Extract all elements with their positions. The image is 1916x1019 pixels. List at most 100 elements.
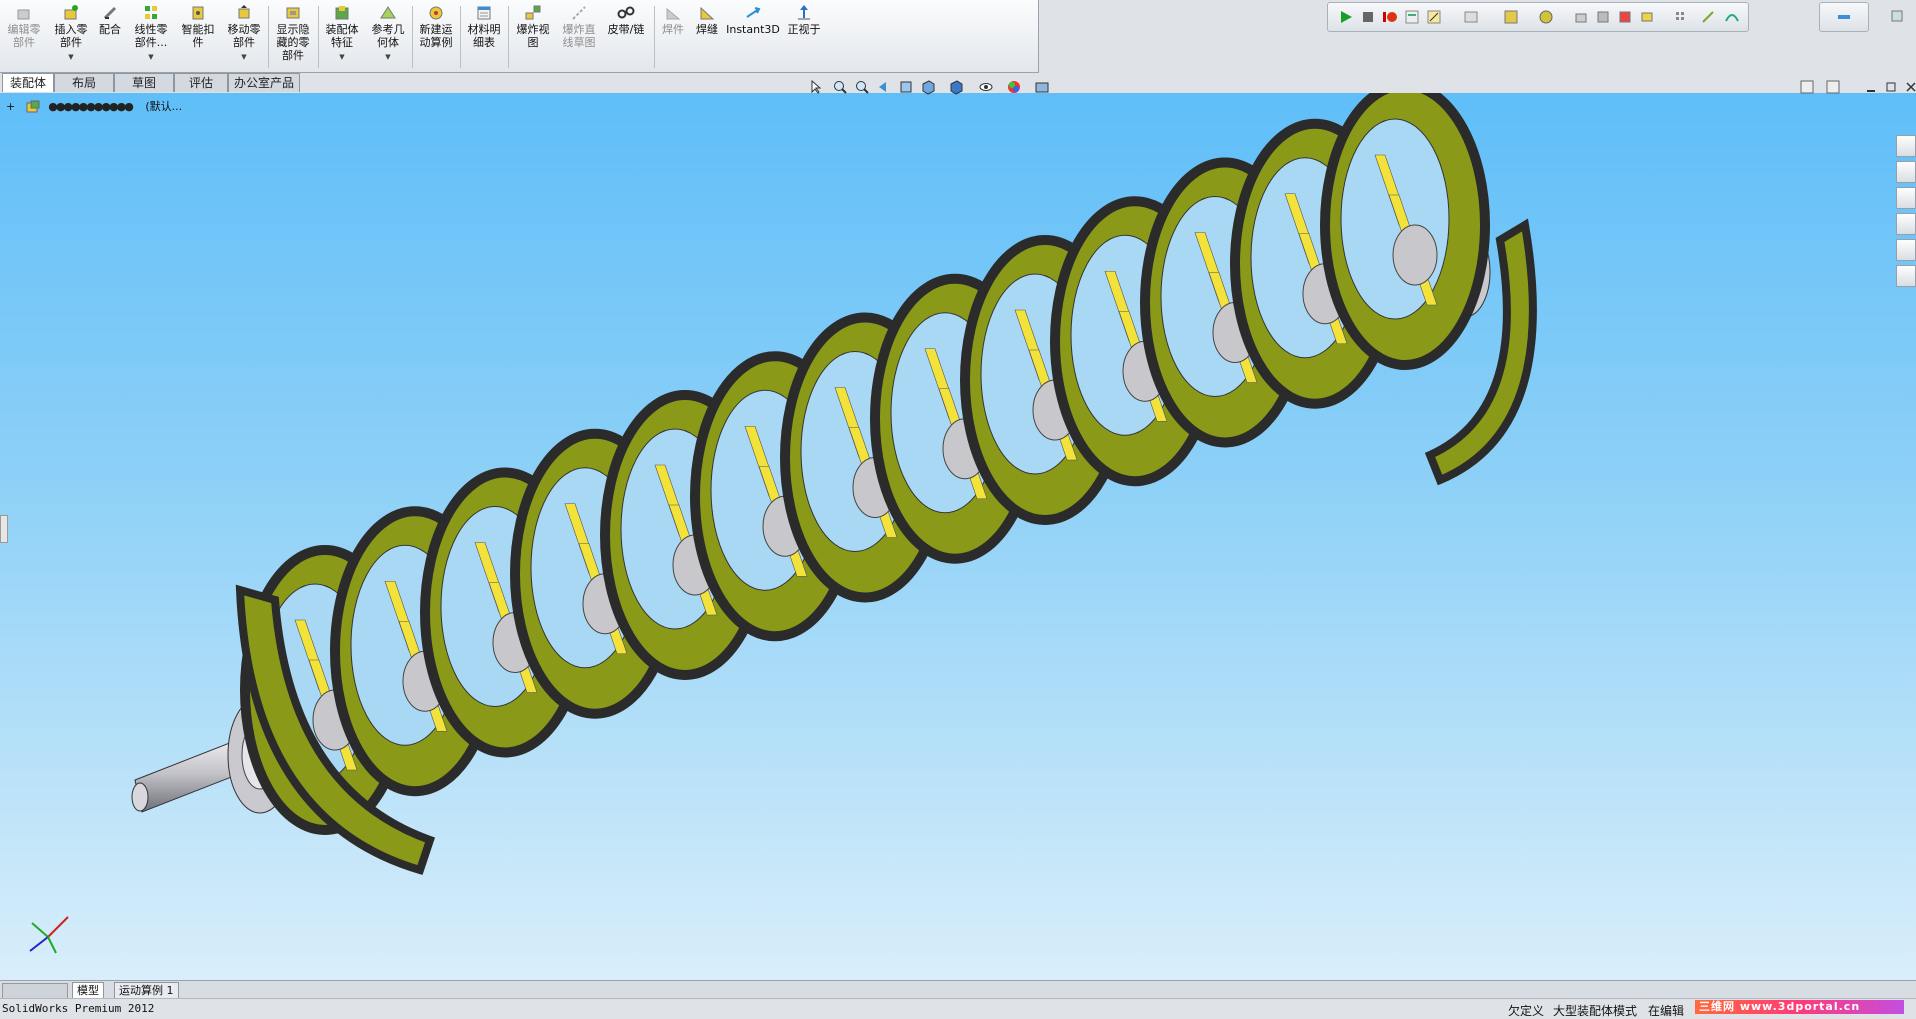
normal-to-label: 正视于 bbox=[787, 23, 821, 36]
select-icon[interactable] bbox=[808, 79, 824, 95]
assembly-features-button[interactable]: 装配体 特征 ▼ bbox=[322, 4, 362, 70]
explode-line-label1: 爆炸直 bbox=[562, 23, 596, 36]
section-view-icon[interactable] bbox=[898, 79, 914, 95]
chevron-down-icon[interactable]: ▼ bbox=[148, 51, 153, 64]
exploded-view-icon bbox=[525, 5, 541, 20]
smart-fasteners-button[interactable]: 智能扣 件 bbox=[178, 4, 218, 70]
auger-assembly-model[interactable] bbox=[0, 93, 1916, 980]
flight-hub[interactable] bbox=[1392, 224, 1438, 286]
shaft-end-cap[interactable] bbox=[131, 782, 149, 812]
zoom-fit-icon[interactable] bbox=[832, 79, 848, 95]
mate-button[interactable]: 配合 bbox=[97, 4, 123, 70]
insert-component-label1: 插入零 bbox=[54, 23, 88, 36]
tab-scroll-buttons[interactable] bbox=[2, 983, 68, 999]
app-version: SolidWorks Premium 2012 bbox=[2, 1002, 155, 1015]
tab-office-products[interactable]: 办公室产品 bbox=[228, 73, 300, 92]
edit-component-button[interactable]: 编辑零 部件 bbox=[5, 4, 43, 70]
edit-macro-icon[interactable] bbox=[1426, 9, 1442, 25]
weld-bead-button[interactable]: 焊缝 bbox=[692, 4, 722, 70]
auger-flight[interactable] bbox=[1320, 93, 1490, 370]
color-swatch-icon[interactable] bbox=[1617, 9, 1633, 25]
tab-model[interactable]: 模型 bbox=[72, 982, 104, 999]
help-toolbar bbox=[1879, 2, 1913, 30]
appearance-icon[interactable] bbox=[1006, 79, 1022, 95]
standard-toolbar-area bbox=[1039, 0, 1916, 72]
exploded-view-button[interactable]: 爆炸视 图 bbox=[512, 4, 554, 70]
bill-of-materials-button[interactable]: 材料明 细表 bbox=[464, 4, 504, 70]
measure-icon[interactable] bbox=[1836, 9, 1852, 25]
panel-splitter[interactable] bbox=[0, 515, 8, 543]
feature-tree-root[interactable]: + ●●●●●●●●●●● (默认... bbox=[6, 98, 182, 114]
chevron-down-icon[interactable]: ▼ bbox=[339, 51, 344, 64]
editing-state: 在编辑 bbox=[1648, 1004, 1685, 1018]
reference-geometry-button[interactable]: 参考几 何体 ▼ bbox=[368, 4, 408, 70]
display-pane-icon[interactable] bbox=[1463, 9, 1479, 25]
chevron-down-icon[interactable]: ▼ bbox=[241, 51, 246, 64]
view-orientation-icon[interactable] bbox=[920, 79, 936, 95]
instant3d-button[interactable]: Instant3D bbox=[726, 4, 780, 70]
smart-fasteners-label1: 智能扣 bbox=[181, 23, 215, 36]
sketch-tool-icon[interactable] bbox=[1700, 9, 1716, 25]
view-palette-icon[interactable] bbox=[1896, 213, 1916, 235]
belt-chain-button[interactable]: 皮带/链 bbox=[604, 4, 648, 70]
bom-label1: 材料明 bbox=[467, 23, 501, 36]
split-right-icon[interactable] bbox=[1826, 80, 1840, 97]
close-icon[interactable] bbox=[1904, 80, 1916, 97]
linear-pattern-button[interactable]: 线性零 部件... ▼ bbox=[130, 4, 172, 70]
tab-motion-study[interactable]: 运动算例 1 bbox=[114, 982, 179, 999]
grid-icon[interactable] bbox=[1673, 9, 1689, 25]
explode-line-sketch-button[interactable]: 爆炸直 线草图 bbox=[558, 4, 600, 70]
component-icon[interactable] bbox=[1573, 9, 1589, 25]
show-hidden-components-button[interactable]: 显示隐 藏的零 部件 bbox=[272, 4, 314, 70]
split-left-icon[interactable] bbox=[1800, 80, 1814, 97]
toolbar-separator bbox=[268, 6, 269, 68]
expand-toggle[interactable]: + bbox=[6, 100, 15, 113]
tab-evaluate[interactable]: 评估 bbox=[174, 73, 228, 92]
new-motion-study-button[interactable]: 新建运 动算例 bbox=[416, 4, 456, 70]
hide-show-icon[interactable] bbox=[978, 79, 994, 95]
toolbar-separator bbox=[508, 6, 509, 68]
view-selector-icon[interactable] bbox=[1503, 9, 1519, 25]
explode-line-label2: 线草图 bbox=[562, 36, 596, 49]
new-macro-icon[interactable] bbox=[1404, 9, 1420, 25]
move-component-label2: 部件 bbox=[233, 36, 255, 49]
move-component-icon bbox=[238, 5, 250, 19]
part-icon[interactable] bbox=[1639, 9, 1655, 25]
help-icon[interactable] bbox=[1889, 8, 1905, 24]
assembly-features-label2: 特征 bbox=[331, 36, 353, 49]
mate-toolbar-icon[interactable] bbox=[1595, 9, 1611, 25]
appearances-scenes-icon[interactable] bbox=[1896, 239, 1916, 261]
restore-icon[interactable] bbox=[1884, 80, 1898, 97]
move-component-button[interactable]: 移动零 部件 ▼ bbox=[224, 4, 264, 70]
minimize-icon[interactable] bbox=[1864, 80, 1878, 97]
play-icon[interactable] bbox=[1338, 9, 1354, 25]
spline-icon[interactable] bbox=[1724, 9, 1740, 25]
linear-pattern-label1: 线性零 bbox=[134, 23, 168, 36]
display-style-icon[interactable] bbox=[948, 79, 964, 95]
scene-icon[interactable] bbox=[1034, 79, 1050, 95]
design-library-icon[interactable] bbox=[1896, 161, 1916, 183]
tab-layout[interactable]: 布局 bbox=[54, 73, 114, 92]
tab-sketch[interactable]: 草图 bbox=[114, 73, 174, 92]
graphics-area[interactable] bbox=[0, 93, 1916, 980]
edit-component-label2: 部件 bbox=[13, 36, 35, 49]
chevron-down-icon[interactable]: ▼ bbox=[385, 51, 390, 64]
record-icon[interactable] bbox=[1382, 9, 1398, 25]
chevron-down-icon[interactable]: ▼ bbox=[68, 51, 73, 64]
normal-to-button[interactable]: 正视于 bbox=[784, 4, 824, 70]
stop-icon[interactable] bbox=[1360, 9, 1376, 25]
weldment-button[interactable]: 焊件 bbox=[658, 4, 688, 70]
options-toolbar bbox=[1819, 2, 1869, 32]
insert-component-button[interactable]: 插入零 部件 ▼ bbox=[52, 4, 90, 70]
solidworks-resources-icon[interactable] bbox=[1896, 135, 1916, 157]
custom-properties-icon[interactable] bbox=[1896, 265, 1916, 287]
appearance-toolbar-icon[interactable] bbox=[1538, 9, 1554, 25]
status-bar: SolidWorks Premium 2012 欠定义 大型装配体模式 在编辑 bbox=[0, 998, 1916, 1019]
tab-assembly[interactable]: 装配体 bbox=[2, 73, 54, 92]
zoom-area-icon[interactable] bbox=[854, 79, 870, 95]
insert-component-label2: 部件 bbox=[60, 36, 82, 49]
reference-geometry-icon bbox=[380, 6, 396, 19]
normal-to-icon bbox=[798, 5, 810, 20]
previous-view-icon[interactable] bbox=[876, 79, 892, 95]
file-explorer-icon[interactable] bbox=[1896, 187, 1916, 209]
